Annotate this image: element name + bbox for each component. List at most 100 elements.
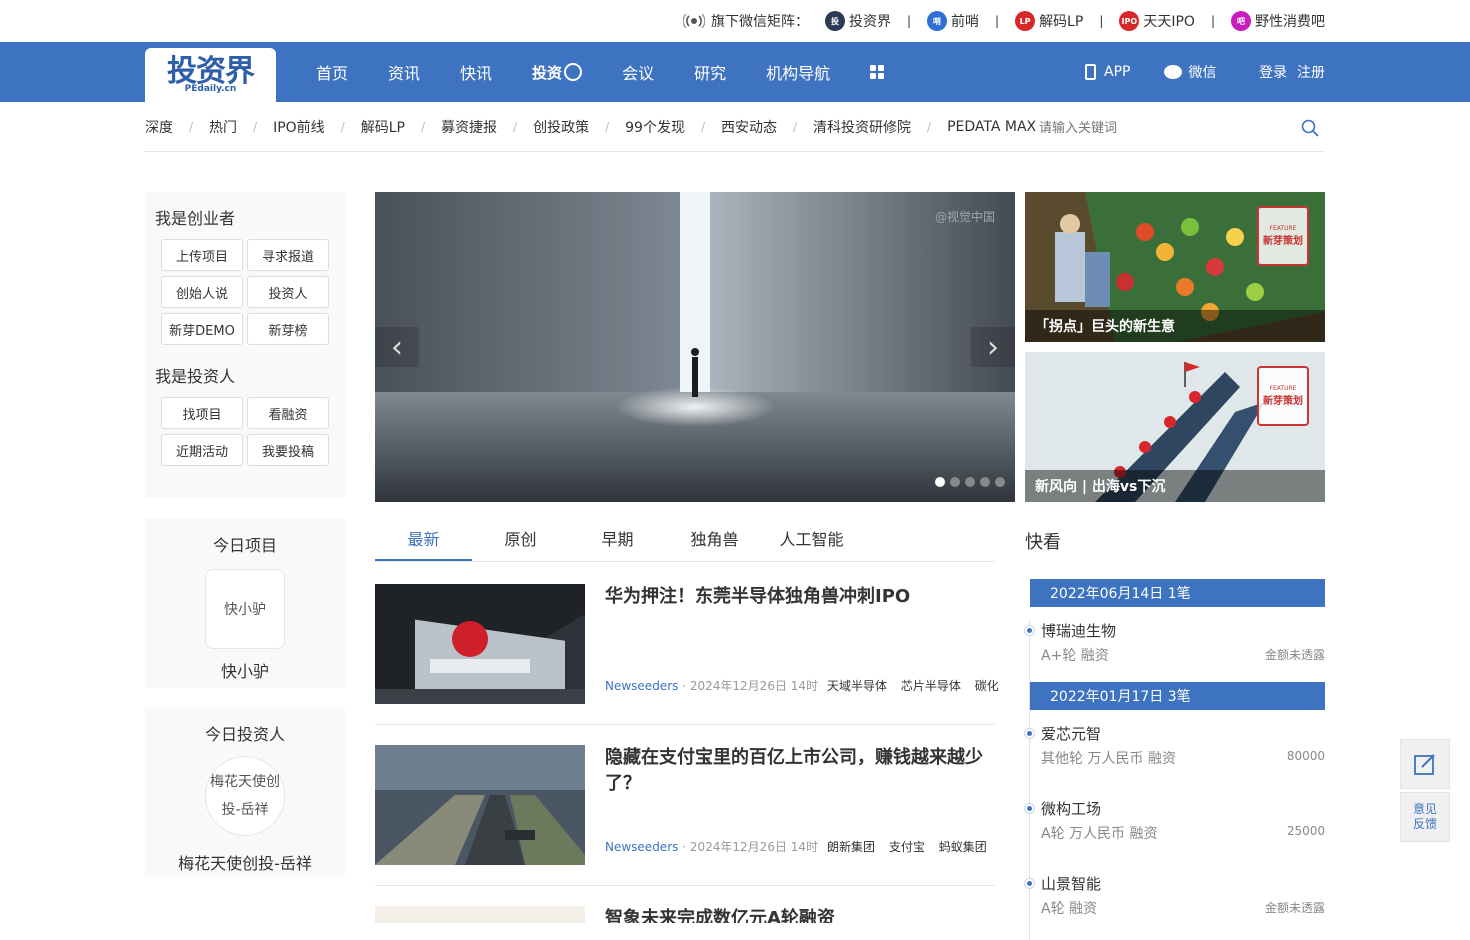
- edit-feedback-button[interactable]: [1400, 739, 1450, 789]
- feature-card[interactable]: FEATURE 新芽策划 新风向 | 出海vs下沉: [1025, 352, 1325, 502]
- subnav-item[interactable]: 解码LP: [361, 117, 405, 137]
- separator: /: [253, 119, 258, 134]
- wechat-account-consume[interactable]: 吧野性消费吧: [1231, 11, 1325, 31]
- search-icon[interactable]: [1301, 119, 1319, 137]
- article-item: 智象未来完成数亿元A轮融资: [375, 906, 995, 923]
- carousel-dot[interactable]: [950, 477, 960, 487]
- consume-icon: 吧: [1231, 11, 1251, 31]
- ranking-button[interactable]: 新芽榜: [247, 313, 329, 345]
- more-grid-icon[interactable]: [870, 65, 885, 79]
- nav-app[interactable]: APP: [1085, 64, 1130, 80]
- tab-latest[interactable]: 最新: [375, 520, 472, 561]
- article-title[interactable]: 华为押注！东莞半导体独角兽冲刺IPO: [605, 584, 995, 610]
- founder-talk-button[interactable]: 创始人说: [161, 276, 243, 308]
- subnav-item[interactable]: 募资捷报: [441, 117, 497, 137]
- carousel-prev-button[interactable]: ‹: [375, 327, 419, 367]
- subnav-item[interactable]: 热门: [209, 117, 237, 137]
- carousel-dots: [935, 477, 1005, 487]
- subnav-item[interactable]: PEDATA MAX: [947, 119, 1036, 135]
- investor-button[interactable]: 投资人: [247, 276, 329, 308]
- view-financing-button[interactable]: 看融资: [247, 397, 329, 429]
- quick-item[interactable]: 山景智能 A轮 融资 金额未透露: [1025, 873, 1325, 933]
- subnav-item[interactable]: 西安动态: [721, 117, 777, 137]
- subnav-item[interactable]: 深度: [145, 117, 173, 137]
- quick-item[interactable]: 博瑞迪生物 A+轮 融资 金额未透露: [1025, 620, 1325, 680]
- article-tags: 天域半导体 芯片半导体 碳化: [827, 677, 999, 694]
- search-input[interactable]: [1039, 119, 1279, 135]
- login-link[interactable]: 登录: [1259, 62, 1287, 82]
- wechat-account-pedaily[interactable]: 投投资界: [824, 11, 891, 31]
- chevron-right-icon: ›: [987, 329, 999, 365]
- article-source[interactable]: Newseeders: [605, 840, 678, 854]
- feedback-button[interactable]: 意见反馈: [1400, 792, 1450, 842]
- nav-wechat[interactable]: 微信: [1130, 62, 1216, 82]
- nav-home[interactable]: 首页: [316, 60, 348, 84]
- tab-unicorn[interactable]: 独角兽: [666, 520, 763, 561]
- carousel-dot[interactable]: [995, 477, 1005, 487]
- carousel-dot[interactable]: [965, 477, 975, 487]
- article-title[interactable]: 隐藏在支付宝里的百亿上市公司，赚钱越来越少了？: [605, 745, 995, 797]
- meta-dot: ·: [682, 679, 687, 693]
- wechat-account-jiemalp[interactable]: LP 解码LP: [1015, 11, 1083, 31]
- subnav-item[interactable]: 99个发现: [625, 117, 685, 137]
- wechat-account-label: 解码LP: [1039, 14, 1084, 30]
- quick-item[interactable]: 微构工场 A轮 万人民币 融资 25000: [1025, 798, 1325, 858]
- article-title[interactable]: 智象未来完成数亿元A轮融资: [605, 906, 995, 923]
- carousel-dot[interactable]: [980, 477, 990, 487]
- find-project-button[interactable]: 找项目: [161, 397, 243, 429]
- investor-avatar[interactable]: 梅花天使创投-岳祥: [205, 756, 285, 836]
- nav-news[interactable]: 资讯: [388, 60, 420, 84]
- main-nav: 投资界 PEdaily.cn 首页 资讯 快讯 投资 会议 研究 机构导航 AP…: [0, 42, 1470, 102]
- article-tag[interactable]: 支付宝: [889, 840, 925, 854]
- subnav-item[interactable]: IPO前线: [273, 117, 325, 137]
- seek-report-button[interactable]: 寻求报道: [247, 239, 329, 271]
- subnav-item[interactable]: 创投政策: [533, 117, 589, 137]
- feature-card[interactable]: FEATURE 新芽策划 「拐点」巨头的新生意: [1025, 192, 1325, 342]
- tab-early[interactable]: 早期: [569, 520, 666, 561]
- nav-research[interactable]: 研究: [694, 60, 726, 84]
- register-link[interactable]: 注册: [1297, 62, 1325, 82]
- separator: /: [700, 119, 705, 134]
- hero-carousel[interactable]: @视觉中国 ‹ ›: [375, 192, 1015, 502]
- tab-ai[interactable]: 人工智能: [763, 520, 860, 561]
- carousel-dot[interactable]: [935, 477, 945, 487]
- subnav-item[interactable]: 清科投资研修院: [813, 117, 911, 137]
- article-thumbnail[interactable]: [375, 745, 585, 865]
- carousel-next-button[interactable]: ›: [971, 327, 1015, 367]
- nav-special-logo[interactable]: 投资: [532, 62, 583, 83]
- article-thumbnail[interactable]: [375, 584, 585, 704]
- funding-round: 其他轮 万人民币 融资: [1041, 751, 1176, 767]
- article-tag[interactable]: 蚂蚁集团: [939, 840, 987, 854]
- wechat-account-ipo[interactable]: IPO 天天IPO: [1119, 11, 1195, 31]
- sub-nav: 深度 / 热门 / IPO前线 / 解码LP / 募资捷报 / 创投政策/ 99个发现 / …: [145, 102, 1325, 152]
- recent-events-button[interactable]: 近期活动: [161, 434, 243, 466]
- article-tag[interactable]: 朗新集团: [827, 840, 875, 854]
- separator: /: [513, 119, 518, 134]
- company-name: 微构工场: [1041, 800, 1102, 818]
- project-logo[interactable]: 快小驴: [205, 569, 285, 649]
- article-thumbnail[interactable]: [375, 906, 585, 923]
- nav-special-label: 投资: [532, 63, 563, 82]
- upload-project-button[interactable]: 上传项目: [161, 239, 243, 271]
- submit-article-button[interactable]: 我要投稿: [247, 434, 329, 466]
- article-tag[interactable]: 天域半导体: [827, 679, 887, 693]
- phone-icon: [1085, 64, 1096, 80]
- role-panel: 我是创业者 上传项目 寻求报道 创始人说 投资人 新芽DEMO 新芽榜 我是投资…: [145, 192, 345, 498]
- timeline-dot: [1025, 879, 1034, 888]
- wechat-account-qianshao[interactable]: 哨前哨: [927, 11, 979, 31]
- site-logo[interactable]: 投资界 PEdaily.cn: [145, 48, 276, 102]
- nav-conference[interactable]: 会议: [622, 60, 654, 84]
- article-tag[interactable]: 碳化: [975, 679, 999, 693]
- demo-button[interactable]: 新芽DEMO: [161, 313, 243, 345]
- today-investor-name[interactable]: 梅花天使创投-岳祥: [145, 850, 345, 874]
- article-time: 2024年12月26日 14时: [689, 679, 819, 693]
- tab-original[interactable]: 原创: [472, 520, 569, 561]
- article-tag[interactable]: 芯片半导体: [901, 679, 961, 693]
- article-source[interactable]: Newseeders: [605, 679, 678, 693]
- nav-institutions[interactable]: 机构导航: [766, 60, 830, 84]
- nav-flash[interactable]: 快讯: [460, 60, 492, 84]
- separator: /: [927, 119, 932, 134]
- nav-app-label: APP: [1104, 64, 1131, 80]
- quick-item[interactable]: 爱芯元智 其他轮 万人民币 融资 80000: [1025, 723, 1325, 783]
- today-project-name[interactable]: 快小驴: [145, 658, 345, 682]
